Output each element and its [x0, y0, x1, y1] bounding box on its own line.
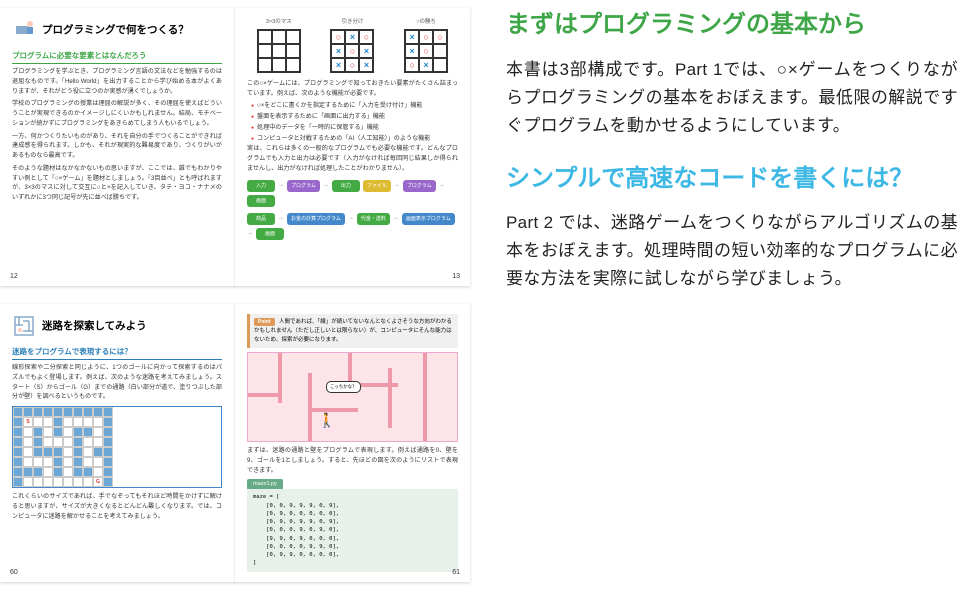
para: これくらいのサイズであれば、手でなぞってもそれほど時間をかけずに解けると思います… [12, 492, 222, 521]
arrow-icon: → [323, 181, 329, 191]
bullet: ○×をどこに書くかを指定するために「入力を受け付け」機能 [251, 101, 458, 111]
tictactoe-examples: 3×3のマス 引き分け ○×○ ×○× ×○× ○ [247, 18, 458, 73]
flow-box: 画面表示プログラム [402, 213, 455, 225]
point-callout: Point 人間であれば、「線」が続いてないなんとなくよさそうな方向がわかるかも… [247, 314, 458, 348]
flow-box: プログラム [403, 180, 436, 192]
book-spread-1: プログラミングで何をつくる？ プログラムに必要な要素とはなんだろう プログラミン… [0, 8, 470, 286]
code-filename: maze1.py [247, 479, 283, 490]
book-spread-2: 迷路を探索してみよう 迷路をプログラムで表現するには？ 線形探索や二分探索と同じ… [0, 304, 470, 582]
point-label: Point [254, 318, 275, 326]
flow-diagram-2: 商品 → お金の計算プログラム → 代金・送料 → 画面表示プログラム → 画面 [247, 213, 458, 240]
point-text: 人間であれば、「線」が続いてないなんとなくよさそうな方向がわかるかもしれません（… [254, 319, 452, 343]
arrow-icon: → [348, 214, 354, 224]
flow-box: 入力 [247, 180, 275, 192]
right-column: まずはプログラミングの基本から 本書は3部構成です。Part 1では、○×ゲーム… [490, 0, 970, 600]
flow-box: 画面 [247, 195, 275, 207]
arrow-icon: → [394, 181, 400, 191]
section-body-1: 本書は3部構成です。Part 1では、○×ゲームをつくりながらプログラミングの基… [506, 56, 958, 140]
page-number: 61 [452, 567, 460, 578]
page-number: 13 [452, 271, 460, 282]
flow-box: ファイル [363, 180, 391, 192]
flow-box: 画面 [256, 228, 284, 240]
section-body-2: Part 2 では、迷路ゲームをつくりながらアルゴリズムの基本をおぼえます。処理… [506, 209, 958, 293]
bullet: 処理中のデータを「一時的に保管する」機能 [251, 123, 458, 133]
ttt-label: 3×3のマス [266, 18, 292, 27]
flow-box: お金の計算プログラム [287, 213, 345, 225]
ttt-board-win: ×○○ ×○ ○× [404, 29, 448, 73]
arrow-icon: → [439, 181, 445, 191]
para: そのような題材はなかなかないもの思いますが、ここでは、誰でもわかりやすい例として… [12, 164, 222, 203]
computer-person-icon [12, 18, 36, 42]
chapter-title-text: プログラミングで何をつくる？ [42, 22, 189, 39]
para: まずは、迷路の通路と壁をプログラムで表現します。例えば通路を0、壁を9、ゴールを… [247, 446, 458, 475]
section-title-1: まずはプログラミングの基本から [506, 8, 958, 42]
ttt-label: 引き分け [341, 18, 363, 27]
arrow-icon: → [393, 214, 399, 224]
maze-grid: SG [12, 406, 222, 488]
page-60: 迷路を探索してみよう 迷路をプログラムで表現するには？ 線形探索や二分探索と同じ… [0, 304, 235, 582]
ttt-board-empty [257, 29, 301, 73]
flow-box: プログラム [287, 180, 320, 192]
page-number: 60 [10, 567, 18, 578]
chapter-title-2: 迷路を探索してみよう [12, 314, 222, 340]
green-subheading: プログラムに必要な要素とはなんだろう [12, 50, 222, 64]
page-13: 3×3のマス 引き分け ○×○ ×○× ×○× ○ [235, 8, 470, 286]
para: 線形探索や二分探索と同じように、1つのゴールに向かって探索するのはパズルでもよく… [12, 363, 222, 402]
code-block: maze = [ [0, 0, 9, 9, 9, 0, 9], [0, 9, 0… [247, 489, 458, 571]
feature-bullets: ○×をどこに書くかを指定するために「入力を受け付け」機能 盤面を表示するために「… [247, 101, 458, 143]
bullet: 盤面を表示するために「画面に出力する」機能 [251, 112, 458, 122]
chapter-title-1: プログラミングで何をつくる？ [12, 18, 222, 44]
left-column: プログラミングで何をつくる？ プログラムに必要な要素とはなんだろう プログラミン… [0, 0, 490, 600]
flow-box: 出力 [332, 180, 360, 192]
page-12: プログラミングで何をつくる？ プログラムに必要な要素とはなんだろう プログラミン… [0, 8, 235, 286]
flow-box: 商品 [247, 213, 275, 225]
person-icon: 🚶 [318, 409, 335, 431]
blue-subheading: 迷路をプログラムで表現するには？ [12, 346, 222, 360]
ttt-board-draw: ○×○ ×○× ×○× [330, 29, 374, 73]
maze-illustration: こっちかな？ 🚶 [247, 352, 458, 442]
para: 一方、何かつくりたいものがあり、それを自分の手でつくることができれば達成感を得ら… [12, 132, 222, 161]
page-61: Point 人間であれば、「線」が続いてないなんとなくよさそうな方向がわかるかも… [235, 304, 470, 582]
ttt-label: ○の勝ち [416, 18, 436, 27]
flow-diagram: 入力 → プログラム → 出力 ファイル → プログラム → 画面 [247, 180, 458, 207]
para: 学校のプログラミングの授業は理屈の解説が多く、その理屈を使えばどういうことが実現… [12, 99, 222, 128]
arrow-icon: → [278, 214, 284, 224]
speech-bubble: こっちかな？ [326, 381, 361, 392]
maze-person-icon [12, 314, 36, 338]
para: 実は、これらは多くの一般的なプログラムでも必要な機能です。どんなプログラムでも入… [247, 144, 458, 173]
arrow-icon: → [247, 229, 253, 239]
para: プログラミングを学ぶとき、プログラミング言語の文法などを勉強するのは退屈なもので… [12, 67, 222, 96]
bullet: コンピュータと対戦するための「AI（人工知能）」のような機能 [251, 134, 458, 144]
para: この○×ゲームには、プログラミングで知っておきたい要素がたくさん詰まっています。… [247, 79, 458, 99]
arrow-icon: → [278, 181, 284, 191]
page-number: 12 [10, 271, 18, 282]
chapter-title-text: 迷路を探索してみよう [42, 318, 147, 335]
flow-box: 代金・送料 [357, 213, 390, 225]
section-title-2: シンプルで高速なコードを書くには？ [506, 162, 958, 196]
